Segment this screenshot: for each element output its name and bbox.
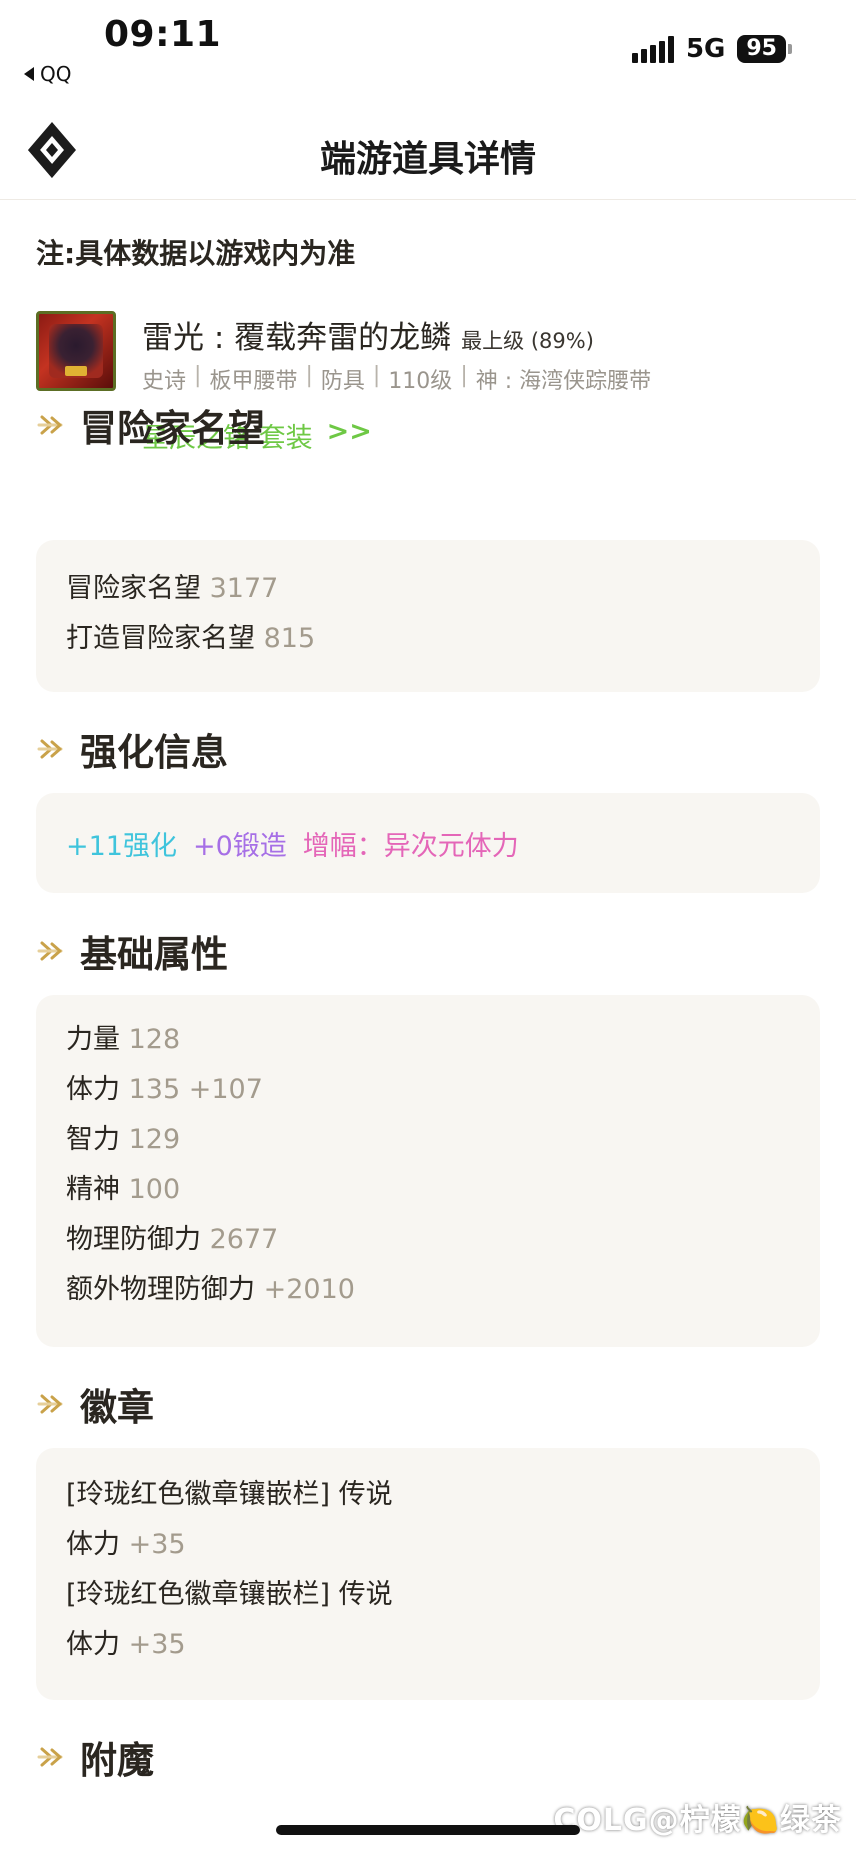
section-title-emblem: 徽章 xyxy=(36,1377,154,1431)
network-type: 5G xyxy=(685,34,726,64)
enhance-card: +11强化 +0锻造 增幅：异次元体力 xyxy=(36,793,820,893)
attribute-row: 物理防御力 2677 xyxy=(66,1224,279,1255)
section-title-base: 基础属性 xyxy=(36,924,228,978)
watermark: COLG@柠檬🍋绿茶 xyxy=(553,1803,842,1838)
status-time: 09:11 xyxy=(104,14,222,55)
section-title-text: 附魔 xyxy=(80,1739,154,1782)
item-rarity: 史诗 xyxy=(142,369,187,394)
attribute-row: 力量 128 xyxy=(66,1024,181,1055)
signal-icon xyxy=(631,35,674,63)
back-triangle-icon xyxy=(24,67,34,81)
emblem-stat-row: 体力 +35 xyxy=(66,1629,186,1660)
emblem-stat-row: 体力 +35 xyxy=(66,1529,186,1560)
emblem-slot-row: [玲珑红色徽章镶嵌栏] 传说 xyxy=(66,1479,393,1510)
fame-row: 冒险家名望 3177 xyxy=(66,573,279,604)
battery-icon: 95 xyxy=(737,35,792,63)
back-app-label: QQ xyxy=(40,62,72,86)
section-title-text: 基础属性 xyxy=(80,933,228,976)
item-type: 板甲腰带 xyxy=(209,369,298,394)
base-attributes-card: 力量 128 体力 135 +107 智力 129 精神 100 物理防御力 2… xyxy=(36,995,820,1347)
item-name-line: 雷光 : 覆载奔雷的龙鳞 最上级 (89%) xyxy=(142,312,594,357)
attribute-row: 额外物理防御力 +2010 xyxy=(66,1274,355,1305)
data-disclaimer: 注:具体数据以游戏内为准 xyxy=(36,237,356,270)
fame-row: 打造冒险家名望 815 xyxy=(66,623,316,654)
back-to-app-link[interactable]: QQ xyxy=(24,62,71,86)
section-title-fame: 冒险家名望 xyxy=(36,398,265,452)
section-arrow-icon xyxy=(37,1394,63,1414)
item-thumbnail xyxy=(36,311,116,391)
item-grade: 最上级 (89%) xyxy=(461,329,594,353)
item-name: 雷光 : 覆载奔雷的龙鳞 xyxy=(142,320,452,356)
home-indicator[interactable] xyxy=(276,1825,580,1835)
battery-level: 95 xyxy=(737,35,786,63)
section-arrow-icon xyxy=(37,739,63,759)
emblem-slot-row: [玲珑红色徽章镶嵌栏] 传说 xyxy=(66,1579,393,1610)
item-origin: 神 : 海湾侠踪腰带 xyxy=(475,369,652,394)
section-title-text: 徽章 xyxy=(80,1386,154,1429)
status-indicators: 5G 95 xyxy=(631,34,792,64)
item-level: 110级 xyxy=(388,369,453,394)
section-arrow-icon xyxy=(37,1747,63,1767)
item-meta: 史诗 | 板甲腰带 | 防具 | 110级 | 神 : 海湾侠踪腰带 xyxy=(142,363,652,394)
section-arrow-icon xyxy=(37,415,63,435)
item-category: 防具 xyxy=(320,369,365,394)
attribute-row: 智力 129 xyxy=(66,1124,181,1155)
set-arrow-icon: >> xyxy=(326,416,372,447)
section-title-enchant: 附魔 xyxy=(36,1730,154,1784)
section-arrow-icon xyxy=(37,941,63,961)
reinforce-level: +11强化 xyxy=(66,830,177,862)
emblem-card: [玲珑红色徽章镶嵌栏] 传说 体力 +35 [玲珑红色徽章镶嵌栏] 传说 体力 … xyxy=(36,1448,820,1700)
attribute-row: 精神 100 xyxy=(66,1174,181,1205)
fame-card: 冒险家名望 3177 打造冒险家名望 815 xyxy=(36,540,820,692)
amplify-info: 增幅：异次元体力 xyxy=(302,830,519,862)
forge-level: +0锻造 xyxy=(192,830,287,862)
section-title-text: 冒险家名望 xyxy=(80,407,265,450)
page-title: 端游道具详情 xyxy=(319,139,536,180)
app-header: 端游道具详情 xyxy=(0,100,856,200)
section-title-text: 强化信息 xyxy=(80,731,228,774)
section-title-enhance: 强化信息 xyxy=(36,722,228,776)
attribute-row: 体力 135 +107 xyxy=(66,1074,263,1105)
